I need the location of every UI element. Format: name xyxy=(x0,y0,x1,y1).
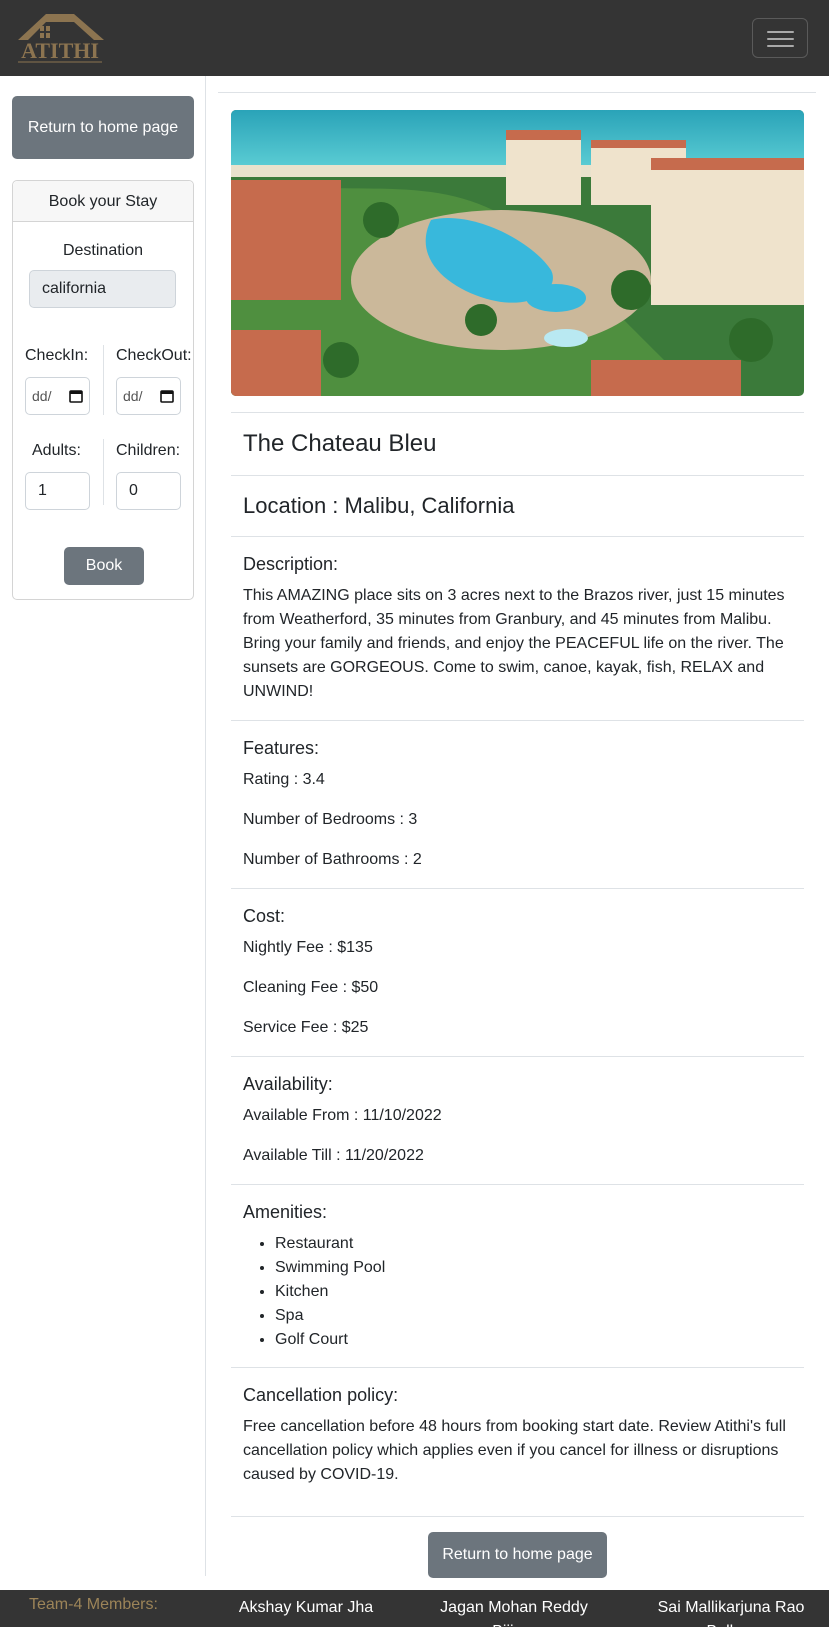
features-heading: Features: xyxy=(243,738,320,758)
booking-card: Book your Stay Destination california Ch… xyxy=(12,180,194,600)
atithi-logo[interactable]: ATITHI xyxy=(14,12,106,64)
sidebar: Return to home page Book your Stay Desti… xyxy=(0,76,206,1576)
team-member: Sai Mallikarjuna Rao Bollam xyxy=(657,1599,805,1627)
guests-divider xyxy=(103,439,104,505)
hamburger-icon-line xyxy=(767,38,794,40)
cancellation-text: Free cancellation before 48 hours from b… xyxy=(243,1418,786,1483)
checkout-date-input[interactable]: dd/ xyxy=(116,377,181,415)
destination-input[interactable]: california xyxy=(29,270,176,308)
list-item: Spa xyxy=(275,1304,385,1328)
adults-label: Adults: xyxy=(32,442,81,459)
list-item: Swimming Pool xyxy=(275,1256,385,1280)
checkin-date-input[interactable]: dd/ xyxy=(25,377,90,415)
checkout-label: CheckOut: xyxy=(116,347,192,364)
description-heading: Description: xyxy=(243,554,339,574)
property-image xyxy=(231,110,804,396)
amenities-heading: Amenities: xyxy=(243,1202,328,1222)
amenities-section: Amenities: Restaurant Swimming Pool Kitc… xyxy=(231,1184,804,1367)
description-text: This AMAZING place sits on 3 acres next … xyxy=(243,587,785,700)
cancellation-heading: Cancellation policy: xyxy=(243,1385,399,1405)
destination-value: california xyxy=(42,280,107,297)
calendar-icon[interactable] xyxy=(160,389,174,403)
checkin-label: CheckIn: xyxy=(25,347,89,364)
booking-card-title: Book your Stay xyxy=(13,181,193,222)
book-button[interactable]: Book xyxy=(64,547,144,585)
available-from-text: Available From : 11/10/2022 xyxy=(243,1107,442,1124)
listing-location: Location : Malibu, California xyxy=(243,493,515,518)
children-input[interactable]: 0 xyxy=(116,472,181,510)
nightly-fee-text: Nightly Fee : $135 xyxy=(243,939,373,956)
availability-section: Availability: Available From : 11/10/202… xyxy=(231,1056,804,1184)
team-member: Akshay Kumar Jha xyxy=(238,1599,374,1616)
listing-title: The Chateau Bleu xyxy=(243,430,437,457)
navbar: ATITHI xyxy=(0,0,829,76)
availability-heading: Availability: xyxy=(243,1074,333,1094)
description-section: Description: This AMAZING place sits on … xyxy=(231,536,804,720)
bottom-divider xyxy=(231,1516,804,1517)
checkin-placeholder: dd/ xyxy=(32,388,52,404)
available-till-text: Available Till : 11/20/2022 xyxy=(243,1147,424,1164)
adults-input[interactable]: 1 xyxy=(25,472,90,510)
main-return-home-button[interactable]: Return to home page xyxy=(428,1532,607,1578)
cost-heading: Cost: xyxy=(243,906,286,926)
children-label: Children: xyxy=(116,442,181,459)
hamburger-icon-line xyxy=(767,45,794,47)
logo-text: ATITHI xyxy=(21,38,99,63)
list-item: Restaurant xyxy=(275,1232,385,1256)
team-label: Team-4 Members: xyxy=(29,1596,158,1613)
bathrooms-text: Number of Bathrooms : 2 xyxy=(243,851,422,868)
amenities-list: Restaurant Swimming Pool Kitchen Spa Gol… xyxy=(275,1232,385,1352)
team-member: Jagan Mohan Reddy Bijjam xyxy=(440,1599,588,1627)
cleaning-fee-text: Cleaning Fee : $50 xyxy=(243,979,379,996)
listing-title-section: The Chateau Bleu xyxy=(231,412,804,475)
list-item: Kitchen xyxy=(275,1280,385,1304)
main-top-divider xyxy=(218,92,816,93)
sidebar-return-home-button[interactable]: Return to home page xyxy=(12,96,194,159)
service-fee-text: Service Fee : $25 xyxy=(243,1019,369,1036)
destination-label: Destination xyxy=(62,242,144,259)
hamburger-icon xyxy=(767,31,794,33)
date-divider xyxy=(103,345,104,415)
bedrooms-text: Number of Bedrooms : 3 xyxy=(243,811,418,828)
cost-section: Cost: Nightly Fee : $135 Cleaning Fee : … xyxy=(231,888,804,1056)
location-section: Location : Malibu, California xyxy=(231,475,804,536)
children-value: 0 xyxy=(129,482,138,499)
list-item: Golf Court xyxy=(275,1328,385,1352)
cancellation-section: Cancellation policy: Free cancellation b… xyxy=(231,1367,804,1516)
menu-toggle-button[interactable] xyxy=(752,18,808,58)
features-section: Features: Rating : 3.4 Number of Bedroom… xyxy=(231,720,804,888)
checkout-placeholder: dd/ xyxy=(123,388,143,404)
calendar-icon[interactable] xyxy=(69,389,83,403)
rating-text: Rating : 3.4 xyxy=(243,771,325,788)
footer: Team-4 Members: Akshay Kumar Jha Jagan M… xyxy=(0,1590,829,1627)
adults-value: 1 xyxy=(38,482,47,499)
